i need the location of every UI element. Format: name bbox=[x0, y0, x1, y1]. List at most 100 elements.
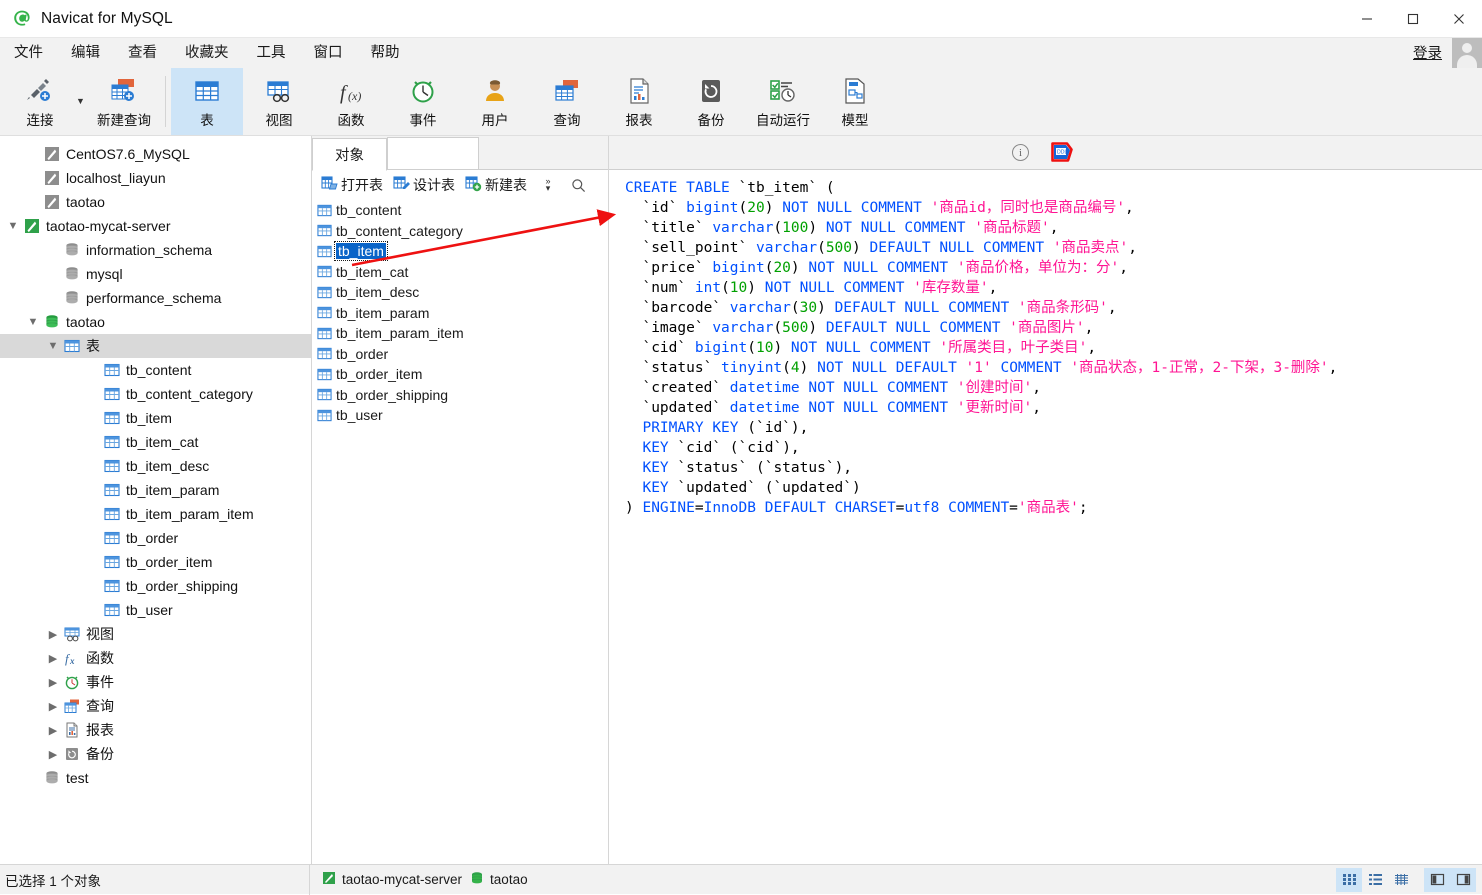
menu-edit[interactable]: 编辑 bbox=[57, 39, 114, 67]
minimize-icon[interactable] bbox=[1344, 0, 1390, 38]
chevron-right-icon[interactable]: ▶ bbox=[44, 676, 62, 689]
object-list-item[interactable]: tb_item_desc bbox=[312, 282, 608, 303]
left-pane-toggle[interactable] bbox=[1424, 867, 1450, 892]
tree-item-label: taotao-mycat-server bbox=[46, 218, 171, 234]
chevron-right-icon[interactable]: ▶ bbox=[44, 748, 62, 761]
table-item-icon bbox=[102, 458, 122, 474]
toolbar-button-new-query[interactable]: 新建查询 bbox=[88, 68, 160, 135]
tree-item[interactable]: tb_item_cat bbox=[0, 430, 311, 454]
toolbar-button-user[interactable]: 用户 bbox=[459, 68, 531, 135]
object-list-item[interactable]: tb_order_shipping bbox=[312, 385, 608, 406]
right-pane-toggle[interactable] bbox=[1450, 867, 1476, 892]
tree-item[interactable]: tb_user bbox=[0, 598, 311, 622]
tree-item[interactable]: tb_order_item bbox=[0, 550, 311, 574]
ddl-icon[interactable]: DDL bbox=[1045, 140, 1079, 166]
object-list-item[interactable]: tb_item_param bbox=[312, 303, 608, 324]
object-list-item[interactable]: tb_order_item bbox=[312, 364, 608, 385]
chevron-right-icon[interactable]: ▶ bbox=[44, 724, 62, 737]
object-list-item[interactable]: tb_item_param_item bbox=[312, 323, 608, 344]
object-list-item[interactable]: tb_content bbox=[312, 200, 608, 221]
info-icon[interactable]: i bbox=[1012, 144, 1029, 161]
tree-item[interactable]: ▼ taotao bbox=[0, 310, 311, 334]
search-icon[interactable] bbox=[567, 178, 589, 193]
tree-item[interactable]: tb_content bbox=[0, 358, 311, 382]
object-list-item[interactable]: tb_item bbox=[312, 241, 608, 262]
user-icon bbox=[480, 74, 510, 108]
connection-tree-panel[interactable]: CentOS7.6_MySQL localhost_liayun taotao ▼ ta… bbox=[0, 136, 312, 864]
tree-item[interactable]: ▼ taotao-mycat-server bbox=[0, 214, 311, 238]
tree-item[interactable]: information_schema bbox=[0, 238, 311, 262]
tree-item[interactable]: performance_schema bbox=[0, 286, 311, 310]
tree-item[interactable]: tb_item_param_item bbox=[0, 502, 311, 526]
tab-empty-slot bbox=[387, 137, 479, 170]
toolbar-button-automation[interactable]: 自动运行 bbox=[747, 68, 819, 135]
tree-item[interactable]: tb_content_category bbox=[0, 382, 311, 406]
tree-item[interactable]: tb_item bbox=[0, 406, 311, 430]
sql-code-text[interactable]: CREATE TABLE `tb_item` ( `id` bigint(20)… bbox=[609, 170, 1482, 864]
tree-item[interactable]: tb_item_desc bbox=[0, 454, 311, 478]
menu-window[interactable]: 窗口 bbox=[300, 39, 357, 67]
chevron-down-icon[interactable]: ▼ bbox=[4, 220, 22, 232]
tree-item[interactable]: ▶ 视图 bbox=[0, 622, 311, 646]
design-table-button[interactable]: 设计表 bbox=[389, 173, 459, 197]
menu-favorites[interactable]: 收藏夹 bbox=[171, 39, 243, 67]
toolbar-button-event[interactable]: 事件 bbox=[387, 68, 459, 135]
menu-file[interactable]: 文件 bbox=[0, 39, 57, 67]
toolbar-button-function[interactable]: f (x) 函数 bbox=[315, 68, 387, 135]
menu-view[interactable]: 查看 bbox=[114, 39, 171, 67]
tree-item[interactable]: ▶ f x 函数 bbox=[0, 646, 311, 670]
tree-item[interactable]: ▶ 报表 bbox=[0, 718, 311, 742]
object-list-item[interactable]: tb_item_cat bbox=[312, 262, 608, 283]
user-avatar-icon[interactable] bbox=[1452, 37, 1482, 68]
tree-item[interactable]: mysql bbox=[0, 262, 311, 286]
tree-item[interactable]: ▶ 事件 bbox=[0, 670, 311, 694]
toolbar-button-model[interactable]: 模型 bbox=[819, 68, 891, 135]
list-view-button[interactable] bbox=[1362, 868, 1388, 892]
tree-item[interactable]: ▶ 备份 bbox=[0, 742, 311, 766]
menu-help[interactable]: 帮助 bbox=[357, 39, 414, 67]
tree-item[interactable]: localhost_liayun bbox=[0, 166, 311, 190]
chevron-right-icon[interactable]: ▶ bbox=[44, 652, 62, 665]
queries-icon bbox=[62, 698, 82, 714]
detail-view-button[interactable] bbox=[1388, 868, 1414, 892]
chevron-down-icon[interactable]: ▼ bbox=[24, 316, 42, 328]
toolbar-label: 表 bbox=[200, 113, 214, 128]
tree-item[interactable]: taotao bbox=[0, 190, 311, 214]
window-title: Navicat for MySQL bbox=[41, 9, 173, 27]
open-table-button[interactable]: 打开表 bbox=[317, 173, 387, 197]
tree-item[interactable]: ▼ 表 bbox=[0, 334, 311, 358]
status-database: taotao bbox=[470, 871, 528, 888]
toolbar-button-backup[interactable]: 备份 bbox=[675, 68, 747, 135]
tree-item[interactable]: ▶ 查询 bbox=[0, 694, 311, 718]
grid-view-button[interactable] bbox=[1336, 867, 1362, 892]
new-table-button[interactable]: 新建表 bbox=[461, 173, 531, 197]
login-link[interactable]: 登录 bbox=[1413, 42, 1452, 63]
object-list-item[interactable]: tb_content_category bbox=[312, 221, 608, 242]
toolbar-button-connection[interactable]: 连接 bbox=[4, 68, 76, 135]
tab-objects[interactable]: 对象 bbox=[312, 138, 387, 171]
toolbar-button-table[interactable]: 表 bbox=[171, 68, 243, 135]
connection-icon bbox=[25, 74, 55, 108]
object-list-item-label: tb_content bbox=[336, 202, 402, 219]
tree-item[interactable]: tb_item_param bbox=[0, 478, 311, 502]
chevron-right-icon[interactable]: ▶ bbox=[44, 700, 62, 713]
tree-item[interactable]: CentOS7.6_MySQL bbox=[0, 142, 311, 166]
tree-item[interactable]: tb_order bbox=[0, 526, 311, 550]
object-list-item-label: tb_item_param_item bbox=[336, 325, 464, 342]
close-icon[interactable] bbox=[1436, 0, 1482, 38]
object-list[interactable]: tb_content tb_content_category tb_item tb_i… bbox=[312, 200, 608, 864]
toolbar-button-view[interactable]: 视图 bbox=[243, 68, 315, 135]
tree-item[interactable]: tb_order_shipping bbox=[0, 574, 311, 598]
menu-tools[interactable]: 工具 bbox=[243, 39, 300, 67]
chevron-more-icon[interactable]: » ▾ bbox=[539, 177, 557, 193]
connection-dropdown-caret[interactable]: ▼ bbox=[76, 68, 88, 135]
maximize-icon[interactable] bbox=[1390, 0, 1436, 38]
toolbar-button-report[interactable]: 报表 bbox=[603, 68, 675, 135]
table-item-icon bbox=[316, 305, 333, 320]
chevron-right-icon[interactable]: ▶ bbox=[44, 628, 62, 641]
tree-item[interactable]: test bbox=[0, 766, 311, 790]
object-list-item[interactable]: tb_order bbox=[312, 344, 608, 365]
object-list-item[interactable]: tb_user bbox=[312, 405, 608, 426]
chevron-down-icon[interactable]: ▼ bbox=[44, 340, 62, 352]
toolbar-button-query[interactable]: 查询 bbox=[531, 68, 603, 135]
